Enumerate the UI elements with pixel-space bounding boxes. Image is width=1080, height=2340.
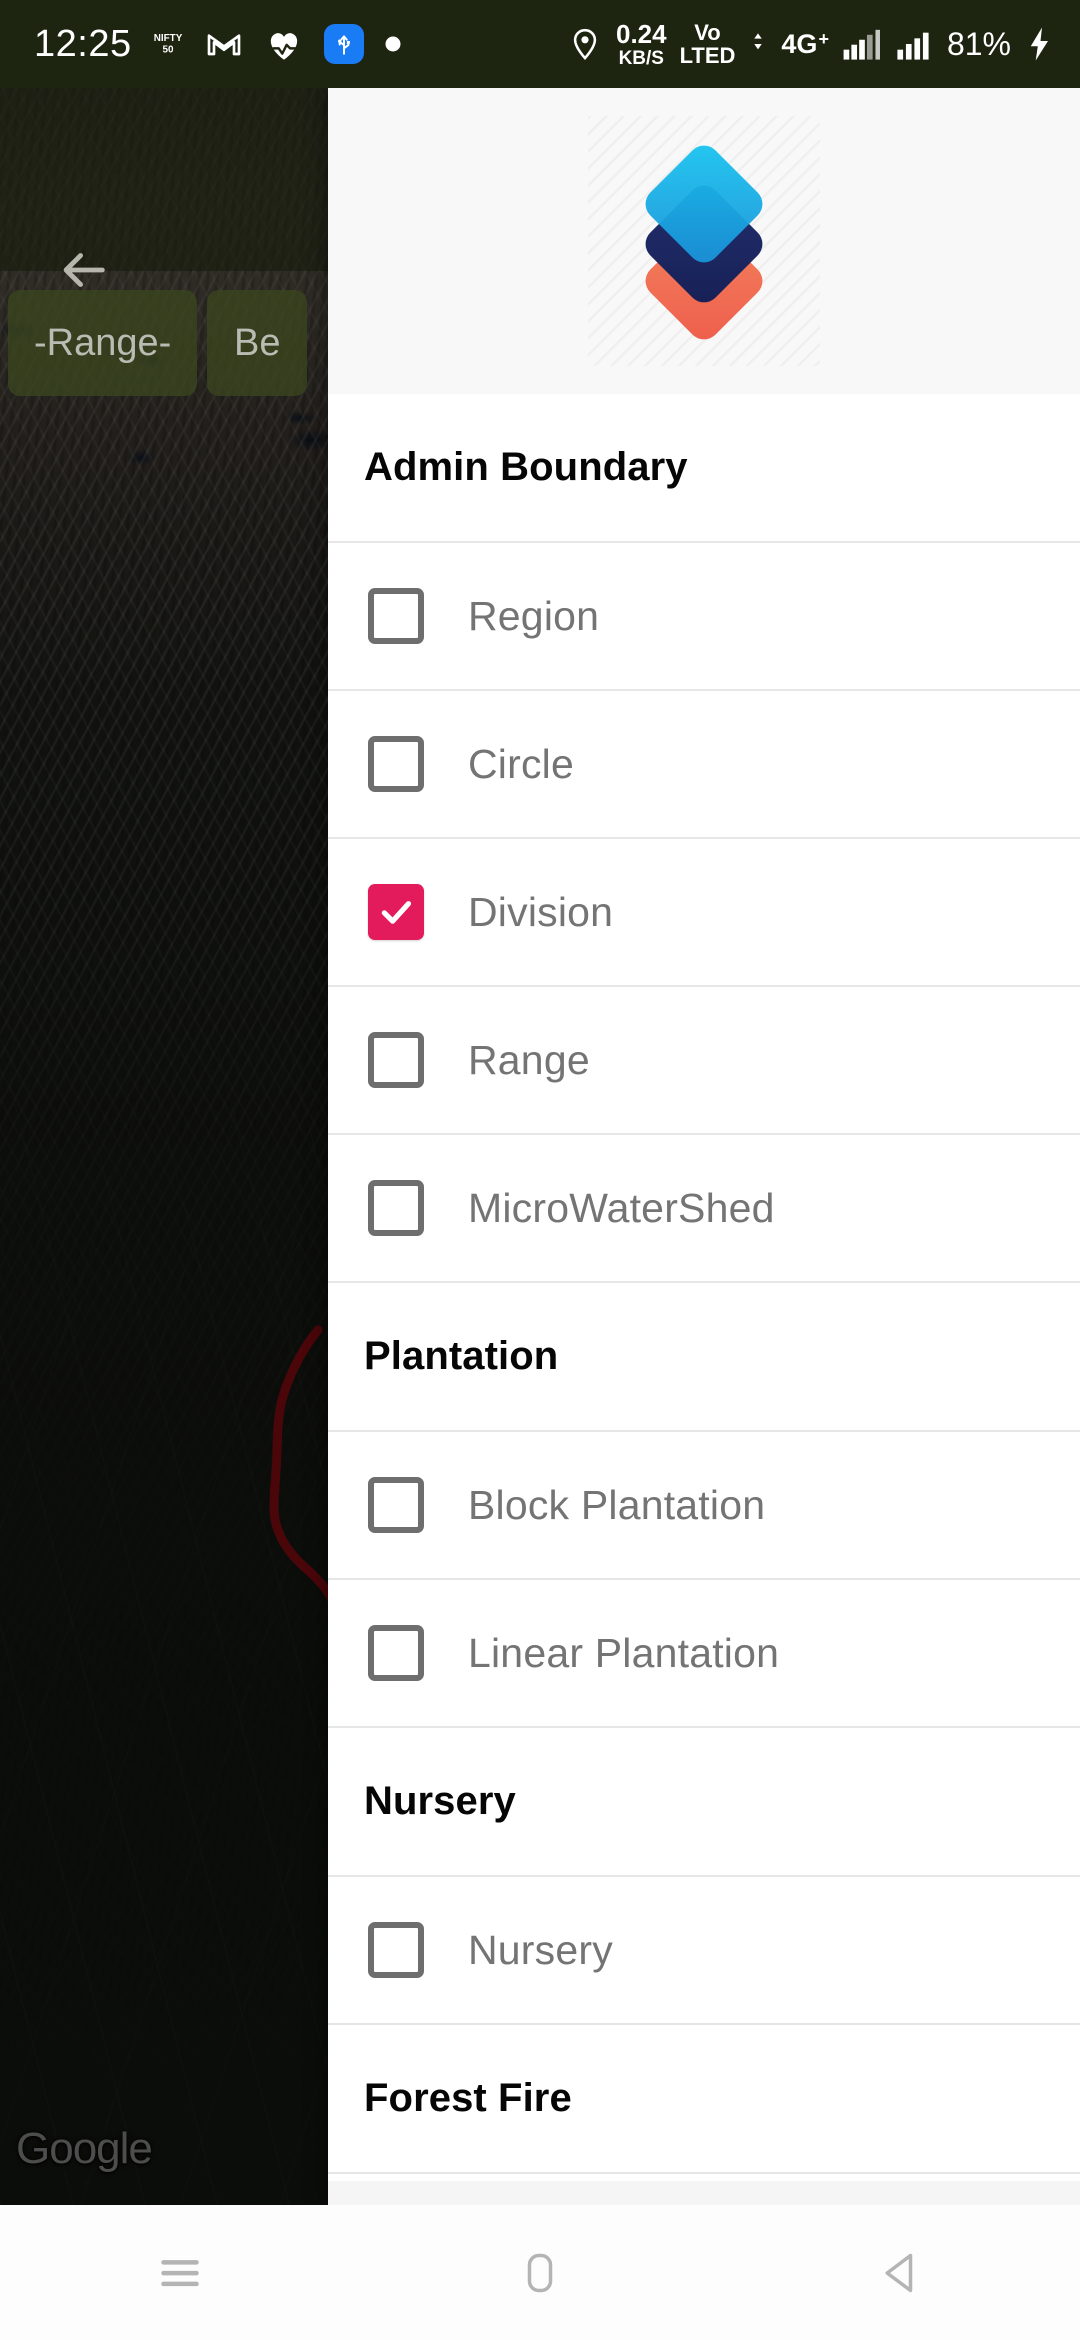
home-pill-icon <box>527 2253 553 2292</box>
battery-percentage: 81% <box>946 25 1011 62</box>
status-clock: 12:25 <box>34 22 132 65</box>
layer-label-block-plantation: Block Plantation <box>468 1481 766 1528</box>
layer-label-region: Region <box>468 592 600 639</box>
section-header-plantation: Plantation <box>328 1283 1080 1432</box>
network-speed-value: 0.24 <box>615 18 667 49</box>
network-type-plus: + <box>818 28 829 49</box>
network-speed-unit: KB/S <box>618 47 664 69</box>
network-type-indicator: 4G + <box>781 29 829 60</box>
checkbox-block-plantation[interactable] <box>368 1477 424 1533</box>
chip-range[interactable]: -Range- <box>8 290 198 396</box>
layer-row-range[interactable]: Range <box>328 987 1080 1135</box>
layer-label-division: Division <box>468 888 614 935</box>
checkbox-nursery[interactable] <box>368 1922 424 1978</box>
back-nav-button[interactable] <box>825 2223 975 2323</box>
signal-bars-secondary-icon <box>897 32 929 60</box>
checkbox-circle[interactable] <box>368 736 424 792</box>
section-header-forest-fire: Forest Fire <box>328 2025 1080 2174</box>
chip-beat[interactable]: Be <box>207 290 308 396</box>
checkbox-linear-plantation[interactable] <box>368 1625 424 1681</box>
section-header-admin-boundary: Admin Boundary <box>328 394 1080 543</box>
svg-text:50: 50 <box>162 45 174 56</box>
svg-text:NIFTY: NIFTY <box>153 33 182 44</box>
hamburger-icon <box>161 2259 199 2286</box>
layer-row-microwatershed[interactable]: MicroWaterShed <box>328 1135 1080 1283</box>
check-icon <box>381 901 412 924</box>
layer-row-circle[interactable]: Circle <box>328 691 1080 839</box>
logo-hatch-background <box>588 116 820 366</box>
system-nav-bar <box>0 2205 1080 2340</box>
health-heart-icon <box>270 33 297 60</box>
status-bar-left: 12:25 NIFTY 50 <box>34 23 403 66</box>
layer-row-region[interactable]: Region <box>328 543 1080 691</box>
home-button[interactable] <box>465 2223 615 2323</box>
drawer-bottom-strip <box>328 2181 1080 2205</box>
location-pin-icon <box>573 28 597 60</box>
checkbox-division[interactable] <box>368 884 424 940</box>
gmail-icon <box>207 34 240 56</box>
layers-stack-logo <box>645 145 763 340</box>
triangle-back-icon <box>885 2253 913 2292</box>
status-bar: 12:25 NIFTY 50 0.24 KB/S Vo LTED 4G + 81… <box>0 0 1080 88</box>
status-bar-right: 0.24 KB/S Vo LTED 4G + 81% <box>567 21 1054 68</box>
checkbox-range[interactable] <box>368 1032 424 1088</box>
network-speed-indicator: 0.24 KB/S <box>616 21 667 68</box>
nifty-app-icon: NIFTY 50 <box>153 33 182 56</box>
layer-label-linear-plantation: Linear Plantation <box>468 1629 780 1676</box>
volte-indicator: Vo LTED <box>679 19 736 68</box>
checkbox-region[interactable] <box>368 588 424 644</box>
data-arrows-icon <box>754 33 763 50</box>
dot-indicator-icon <box>385 36 401 52</box>
layer-row-block-plantation[interactable]: Block Plantation <box>328 1432 1080 1580</box>
recents-button[interactable] <box>105 2223 255 2323</box>
layer-label-nursery: Nursery <box>468 1926 613 1973</box>
lightning-bolt-icon <box>1030 27 1048 61</box>
signal-bars-icon <box>843 29 880 60</box>
layer-row-linear-plantation[interactable]: Linear Plantation <box>328 1580 1080 1728</box>
filter-chips-row: -Range- Be <box>8 290 308 396</box>
layer-label-circle: Circle <box>468 740 574 787</box>
layer-row-division[interactable]: Division <box>328 839 1080 987</box>
layer-label-microwatershed: MicroWaterShed <box>468 1184 775 1231</box>
network-type-label: 4G <box>781 28 818 59</box>
volte-line-1: Vo <box>694 19 721 45</box>
usb-icon <box>323 24 364 64</box>
layer-row-nursery[interactable]: Nursery <box>328 1877 1080 2025</box>
layers-drawer: Admin Boundary Region Circle Division Ra… <box>328 88 1080 2205</box>
layer-label-range: Range <box>468 1036 590 1083</box>
checkbox-microwatershed[interactable] <box>368 1180 424 1236</box>
section-header-nursery: Nursery <box>328 1728 1080 1877</box>
volte-line-2: LTED <box>679 42 736 68</box>
drawer-header <box>328 88 1080 394</box>
